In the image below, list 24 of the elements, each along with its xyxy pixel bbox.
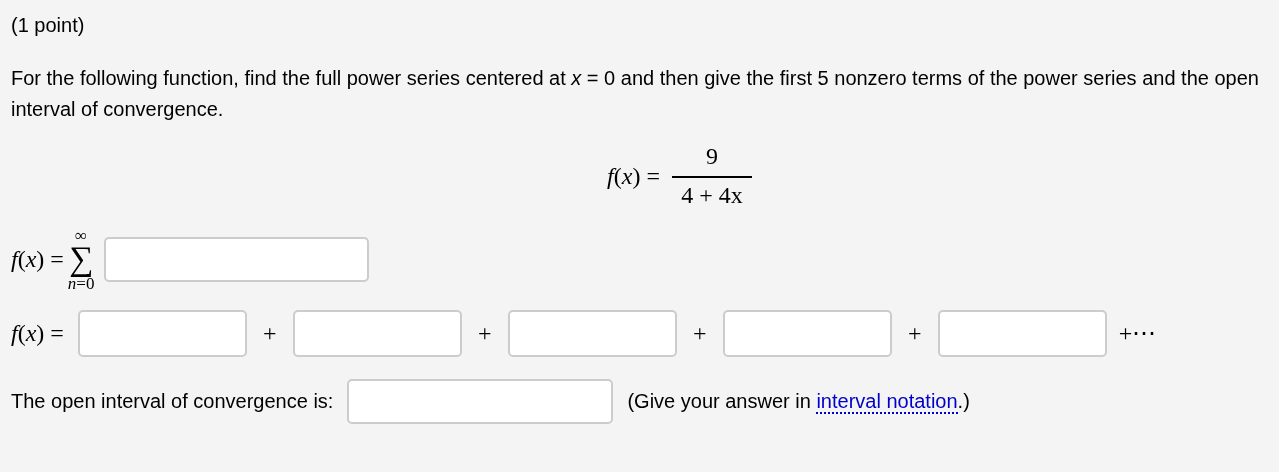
instructions-text: For the following function, find the full power series centered at x = 0 and then give the first 5 nonzero terms of the power series and the open interval of convergence. [11, 66, 1260, 122]
answer-field[interactable] [937, 309, 1107, 357]
terms-lhs: f(x) = [11, 319, 64, 347]
plus-sign: + [907, 319, 923, 347]
series-lhs: f(x) = [11, 245, 64, 273]
formula-lhs: f(x) = [607, 162, 660, 190]
answer-field[interactable] [104, 236, 370, 282]
interval-notation-link[interactable]: interval notation [816, 389, 958, 414]
points-label: (1 point) [11, 13, 86, 38]
plus-sign: + [477, 319, 493, 347]
answer-field[interactable] [77, 309, 247, 357]
answer-field[interactable] [722, 309, 892, 357]
sum-symbol: ∑ [69, 244, 94, 275]
numerator: 9 [705, 143, 718, 170]
denominator: 4 + 4x [681, 182, 743, 209]
answer-hint: (Give your answer in interval notation.) [627, 389, 970, 413]
answer-field[interactable] [292, 309, 462, 357]
answer-field[interactable] [347, 378, 614, 424]
interval-label: The open interval of convergence is: [11, 389, 334, 413]
answer-field[interactable] [507, 309, 677, 357]
sum-upper-limit: ∞ [75, 227, 88, 244]
plus-sign: + [262, 319, 278, 347]
plus-sign: +⋯ [1118, 319, 1157, 348]
plus-sign: + [692, 319, 708, 347]
